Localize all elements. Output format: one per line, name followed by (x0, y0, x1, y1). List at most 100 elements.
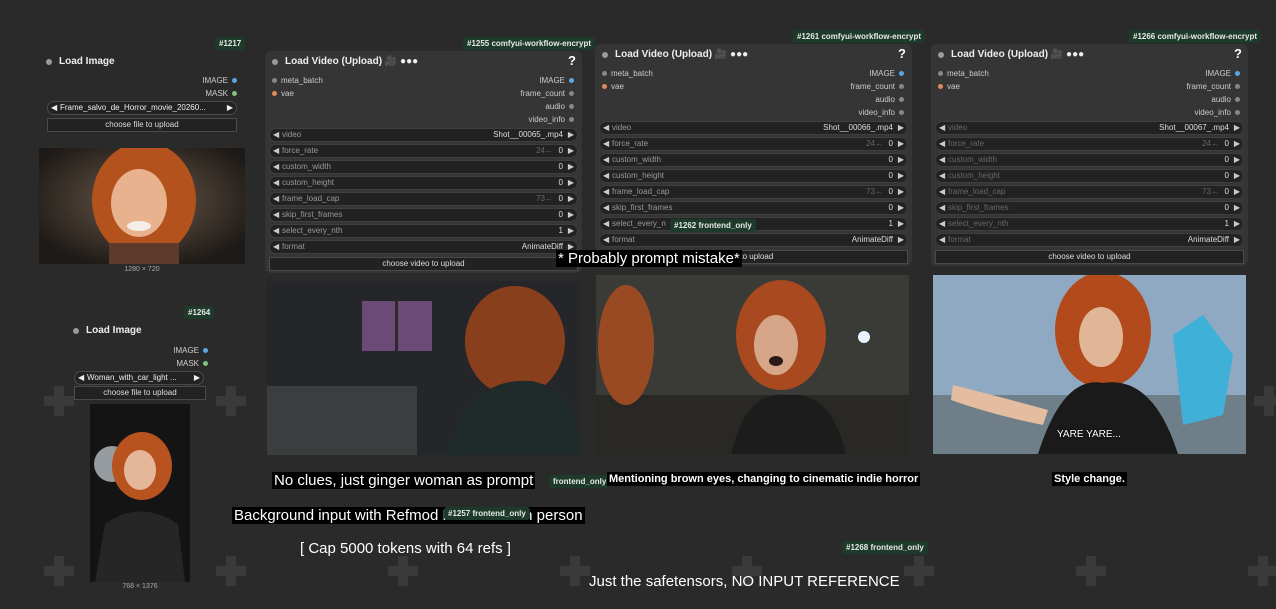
arrow-left-icon[interactable]: ◀ (603, 203, 609, 212)
format-select[interactable]: ◀ format AnimateDiff ▶ (269, 240, 578, 254)
arrow-left-icon[interactable]: ◀ (603, 155, 609, 164)
output-frame-count[interactable]: frame_count (1187, 82, 1240, 91)
help-icon[interactable]: ? (1234, 46, 1242, 61)
image-file-select[interactable]: ◀ Woman_with_car_light ... ▶ (74, 371, 204, 385)
arrow-left-icon[interactable]: ◀ (939, 235, 945, 244)
arrow-left-icon[interactable]: ◀ (939, 187, 945, 196)
node-header[interactable]: Load Video (Upload) 🎥 ●●● ? (595, 44, 912, 66)
load-video-node-1261[interactable]: Load Video (Upload) 🎥 ●●● ? meta_batch v… (595, 44, 912, 266)
output-mask[interactable]: MASK (205, 89, 237, 98)
arrow-left-icon[interactable]: ◀ (273, 146, 279, 155)
arrow-left-icon[interactable]: ◀ (939, 171, 945, 180)
port-dot-icon[interactable] (1235, 71, 1240, 77)
port-dot-icon[interactable] (232, 78, 237, 84)
custom-height-widget[interactable]: ◀ custom_height 0 ▶ (599, 169, 908, 183)
choose-file-button[interactable]: choose file to upload (47, 118, 237, 132)
arrow-right-icon[interactable]: ▶ (568, 162, 574, 171)
arrow-left-icon[interactable]: ◀ (603, 235, 609, 244)
choose-video-button[interactable]: choose video to upload (269, 257, 578, 271)
format-select[interactable]: ◀ format AnimateDiff ▶ (935, 233, 1244, 247)
arrow-right-icon[interactable]: ▶ (568, 226, 574, 235)
skip-first-frames-widget[interactable]: ◀ skip_first_frames 0 ▶ (269, 208, 578, 222)
arrow-left-icon[interactable]: ◀ (51, 103, 57, 112)
arrow-left-icon[interactable]: ◀ (273, 242, 279, 251)
collapse-dot-icon[interactable] (938, 52, 944, 58)
port-dot-icon[interactable] (899, 71, 904, 77)
port-dot-icon[interactable] (569, 91, 574, 97)
port-dot-icon[interactable] (899, 110, 904, 116)
port-dot-icon[interactable] (569, 104, 574, 110)
output-image[interactable]: IMAGE (869, 69, 904, 78)
arrow-right-icon[interactable]: ▶ (1234, 219, 1240, 228)
input-vae[interactable]: vae (272, 89, 294, 98)
skip-first-frames-widget[interactable]: ◀ skip_first_frames 0 ▶ (599, 201, 908, 215)
collapse-dot-icon[interactable] (73, 328, 79, 334)
output-audio[interactable]: audio (1211, 95, 1240, 104)
node-header[interactable]: Load Image (66, 320, 216, 342)
input-vae[interactable]: vae (938, 82, 960, 91)
arrow-left-icon[interactable]: ◀ (939, 219, 945, 228)
port-dot-icon[interactable] (1235, 84, 1240, 90)
port-dot-icon[interactable] (938, 84, 943, 90)
arrow-left-icon[interactable]: ◀ (939, 155, 945, 164)
arrow-right-icon[interactable]: ▶ (898, 235, 904, 244)
port-dot-icon[interactable] (569, 78, 574, 84)
arrow-right-icon[interactable]: ▶ (898, 171, 904, 180)
arrow-right-icon[interactable]: ▶ (568, 210, 574, 219)
workflow-canvas[interactable]: #1217 Load Image IMAGE MASK ◀ Frame_salv… (0, 0, 1276, 609)
collapse-dot-icon[interactable] (602, 52, 608, 58)
help-icon[interactable]: ? (568, 53, 576, 68)
frame-load-cap-widget[interactable]: ◀ frame_load_cap 73← 0 ▶ (269, 192, 578, 206)
arrow-right-icon[interactable]: ▶ (1234, 235, 1240, 244)
choose-file-button[interactable]: choose file to upload (74, 386, 206, 400)
note-probably-mistake[interactable]: * Probably prompt mistake* (556, 250, 742, 267)
load-video-node-1255[interactable]: Load Video (Upload) 🎥 ●●● ? meta_batch v… (265, 51, 582, 273)
arrow-left-icon[interactable]: ◀ (939, 123, 945, 132)
arrow-right-icon[interactable]: ▶ (194, 373, 200, 382)
output-audio[interactable]: audio (545, 102, 574, 111)
output-video-info[interactable]: video_info (1195, 108, 1240, 117)
output-image[interactable]: IMAGE (539, 76, 574, 85)
port-dot-icon[interactable] (938, 71, 943, 77)
port-dot-icon[interactable] (1235, 97, 1240, 103)
port-dot-icon[interactable] (203, 361, 208, 367)
arrow-right-icon[interactable]: ▶ (1234, 187, 1240, 196)
format-select[interactable]: ◀ format AnimateDiff ▶ (599, 233, 908, 247)
arrow-right-icon[interactable]: ▶ (1234, 155, 1240, 164)
output-audio[interactable]: audio (875, 95, 904, 104)
frame-load-cap-widget[interactable]: ◀ frame_load_cap 73← 0 ▶ (935, 185, 1244, 199)
arrow-right-icon[interactable]: ▶ (1234, 171, 1240, 180)
port-dot-icon[interactable] (602, 84, 607, 90)
port-dot-icon[interactable] (899, 84, 904, 90)
arrow-right-icon[interactable]: ▶ (898, 219, 904, 228)
input-vae[interactable]: vae (602, 82, 624, 91)
image-file-select[interactable]: ◀ Frame_salvo_de_Horror_movie_20260... ▶ (47, 101, 237, 115)
select-every-nth-widget[interactable]: ◀ select_every_nth 1 ▶ (935, 217, 1244, 231)
arrow-right-icon[interactable]: ▶ (898, 123, 904, 132)
arrow-right-icon[interactable]: ▶ (1234, 139, 1240, 148)
custom-height-widget[interactable]: ◀ custom_height 0 ▶ (935, 169, 1244, 183)
output-image[interactable]: IMAGE (1205, 69, 1240, 78)
arrow-left-icon[interactable]: ◀ (78, 373, 84, 382)
arrow-left-icon[interactable]: ◀ (273, 226, 279, 235)
force-rate-widget[interactable]: ◀ force_rate 24← 0 ▶ (599, 137, 908, 151)
input-meta-batch[interactable]: meta_batch (938, 69, 989, 78)
output-image[interactable]: IMAGE (173, 346, 208, 355)
select-every-nth-widget[interactable]: ◀ select_every_nth 1 ▶ (269, 224, 578, 238)
arrow-right-icon[interactable]: ▶ (898, 139, 904, 148)
arrow-left-icon[interactable]: ◀ (273, 210, 279, 219)
arrow-right-icon[interactable]: ▶ (898, 187, 904, 196)
choose-video-button[interactable]: choose video to upload (935, 250, 1244, 264)
output-video-info[interactable]: video_info (529, 115, 574, 124)
port-dot-icon[interactable] (1235, 110, 1240, 116)
input-meta-batch[interactable]: meta_batch (272, 76, 323, 85)
input-meta-batch[interactable]: meta_batch (602, 69, 653, 78)
collapse-dot-icon[interactable] (272, 59, 278, 65)
port-dot-icon[interactable] (569, 117, 574, 123)
note-safetensors[interactable]: Just the safetensors, NO INPUT REFERENCE (589, 573, 900, 590)
custom-width-widget[interactable]: ◀ custom_width 0 ▶ (935, 153, 1244, 167)
port-dot-icon[interactable] (899, 97, 904, 103)
arrow-left-icon[interactable]: ◀ (603, 123, 609, 132)
help-icon[interactable]: ? (898, 46, 906, 61)
note-mentioning[interactable]: Mentioning brown eyes, changing to cinem… (607, 472, 921, 486)
